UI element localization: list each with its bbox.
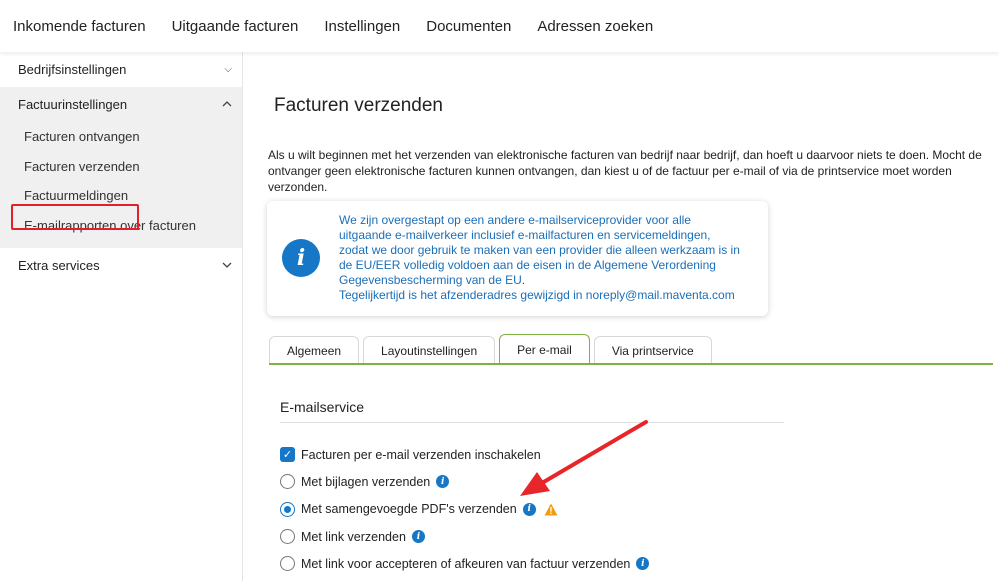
link-accept-radio[interactable] (280, 556, 295, 572)
info-icon[interactable]: i (436, 475, 450, 489)
nav-inkomende-facturen[interactable]: Inkomende facturen (13, 18, 146, 35)
sidebar-item-factuurinstellingen[interactable]: Factuurinstellingen (0, 87, 242, 122)
sidebar-section-bedrijfsinstellingen: Bedrijfsinstellingen ⌵ (0, 52, 242, 87)
page-title: Facturen verzenden (274, 95, 443, 116)
sidebar-item-label: Extra services (18, 258, 100, 273)
option-label: Met samengevoegde PDF's verzenden (301, 502, 517, 517)
option-link: Met link verzenden i (280, 523, 649, 550)
section-title: E-mailservice (280, 399, 365, 415)
merged-pdf-radio[interactable] (280, 501, 295, 517)
option-attachments: Met bijlagen verzenden i (280, 468, 649, 495)
info-notice-text: We zijn overgestapt op een andere e-mail… (339, 213, 749, 303)
nav-documenten[interactable]: Documenten (426, 18, 511, 35)
option-label: Met link voor accepteren of afkeuren van… (301, 556, 631, 571)
sidebar-item-extra-services[interactable]: Extra services (0, 248, 242, 283)
info-line: Tegelijkertijd is het afzenderadres gewi… (339, 288, 735, 302)
option-enable-email: ✓ Facturen per e-mail verzenden inschake… (280, 441, 649, 468)
sidebar: Bedrijfsinstellingen ⌵ Factuurinstelling… (0, 52, 243, 581)
intro-text: Als u wilt beginnen met het verzenden va… (268, 148, 982, 194)
nav-adressen-zoeken[interactable]: Adressen zoeken (537, 18, 653, 35)
info-line: uitgaande e-mailverkeer inclusief e-mail… (339, 228, 711, 242)
chevron-down-icon: ⌵ (224, 64, 232, 75)
chevron-down-icon (222, 260, 232, 271)
option-label: Facturen per e-mail verzenden inschakele… (301, 447, 541, 462)
sidebar-item-bedrijfsinstellingen[interactable]: Bedrijfsinstellingen ⌵ (0, 52, 242, 87)
info-icon[interactable]: i (636, 557, 650, 571)
sidebar-item-label: Bedrijfsinstellingen (18, 62, 127, 77)
info-icon[interactable]: i (522, 502, 536, 516)
info-icon: i (282, 239, 320, 277)
chevron-up-icon (222, 99, 232, 110)
tab-algemeen[interactable]: Algemeen (269, 336, 360, 364)
option-link-accept: Met link voor accepteren of afkeuren van… (280, 550, 650, 577)
email-options: ✓ Facturen per e-mail verzenden inschake… (280, 441, 650, 577)
info-notice: i We zijn overgestapt op een andere e-ma… (267, 201, 768, 316)
sidebar-section-factuurinstellingen: Factuurinstellingen Facturen ontvangen F… (0, 87, 242, 248)
main-content: Facturen verzenden Als u wilt beginnen m… (243, 52, 999, 581)
tab-layoutinstellingen[interactable]: Layoutinstellingen (363, 336, 496, 364)
sidebar-item-facturen-ontvangen[interactable]: Facturen ontvangen (0, 122, 242, 152)
attachments-radio[interactable] (280, 474, 295, 490)
link-radio[interactable] (280, 529, 295, 545)
option-label: Met link verzenden (301, 529, 406, 544)
sidebar-item-e-mailrapporten[interactable]: E-mailrapporten over facturen (0, 211, 242, 241)
divider (280, 422, 784, 423)
info-icon[interactable]: i (411, 530, 425, 544)
tab-bar: Algemeen Layoutinstellingen Per e-mail V… (269, 334, 716, 364)
tab-per-e-mail[interactable]: Per e-mail (499, 334, 590, 364)
sidebar-item-label: Factuurinstellingen (18, 97, 128, 112)
top-navigation: Inkomende facturen Uitgaande facturen In… (0, 0, 999, 52)
warning-icon[interactable] (544, 503, 558, 516)
tab-underline (269, 363, 993, 365)
option-merged-pdf: Met samengevoegde PDF's verzenden i (280, 496, 649, 523)
tab-via-printservice[interactable]: Via printservice (593, 336, 712, 364)
info-line: de EU/EER volledig voldoen aan de eisen … (339, 258, 716, 272)
sidebar-item-facturen-verzenden[interactable]: Facturen verzenden (0, 152, 242, 182)
info-line: zodat we door gebruik te maken van een p… (339, 243, 740, 257)
nav-instellingen[interactable]: Instellingen (324, 18, 400, 35)
info-line: Gegevensbescherming van de EU. (339, 273, 526, 287)
nav-uitgaande-facturen[interactable]: Uitgaande facturen (172, 18, 299, 35)
info-line: We zijn overgestapt op een andere e-mail… (339, 213, 691, 227)
option-label: Met bijlagen verzenden (301, 474, 431, 489)
enable-email-checkbox[interactable]: ✓ (280, 447, 295, 463)
sidebar-section-extra-services: Extra services (0, 248, 242, 283)
sidebar-item-factuurmeldingen[interactable]: Factuurmeldingen (0, 181, 242, 211)
